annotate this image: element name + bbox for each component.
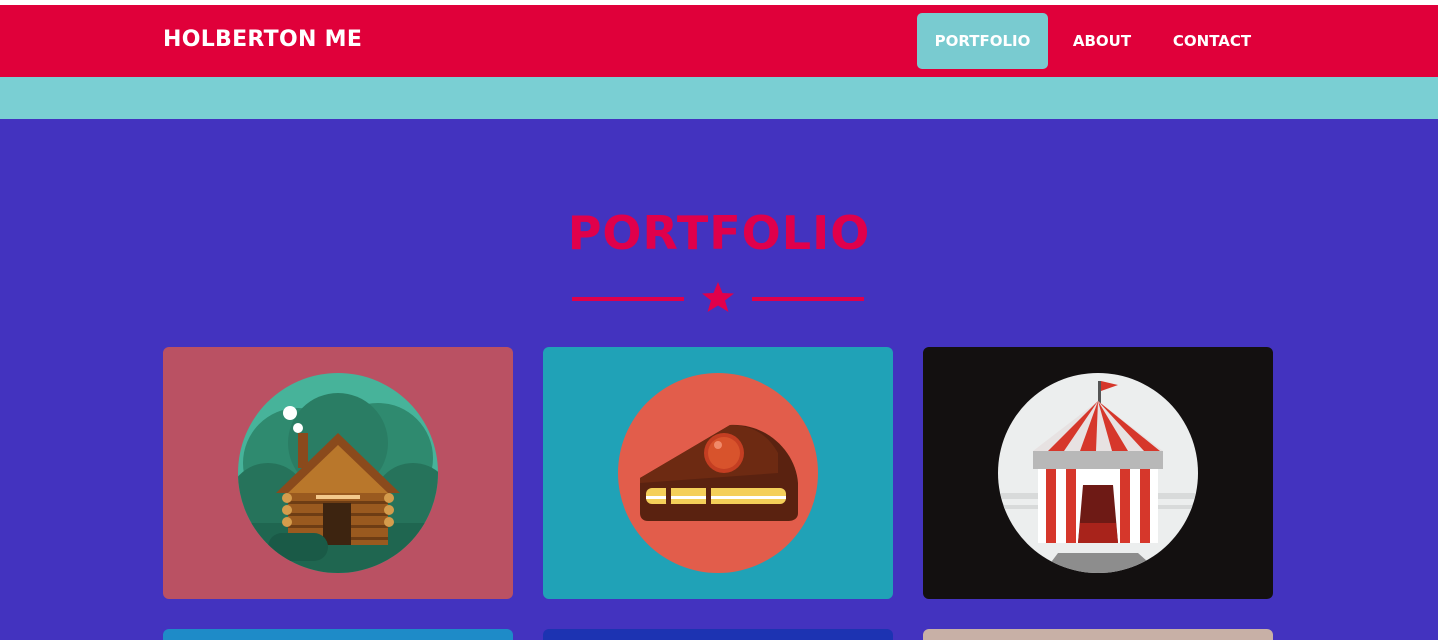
circus-tent-icon — [998, 373, 1198, 573]
star-icon — [702, 282, 734, 312]
divider-line-left — [572, 297, 684, 301]
masthead-band — [0, 77, 1438, 119]
star-divider — [572, 282, 864, 316]
section-title: PORTFOLIO — [567, 206, 871, 260]
cabin-icon — [238, 373, 438, 573]
nav-link-contact[interactable]: CONTACT — [1162, 13, 1262, 69]
cake-icon — [618, 373, 818, 573]
portfolio-item[interactable] — [543, 629, 893, 640]
nav-link-portfolio[interactable]: PORTFOLIO — [917, 13, 1048, 69]
navbar: HOLBERTON ME PORTFOLIO ABOUT CONTACT — [0, 5, 1438, 77]
nav-link-about[interactable]: ABOUT — [1062, 13, 1142, 69]
portfolio-item-circus[interactable] — [923, 347, 1273, 599]
portfolio-item[interactable] — [923, 629, 1273, 640]
portfolio-item[interactable] — [163, 629, 513, 640]
brand-logo[interactable]: HOLBERTON ME — [163, 27, 362, 52]
portfolio-item-cabin[interactable] — [163, 347, 513, 599]
divider-line-right — [752, 297, 864, 301]
portfolio-item-cake[interactable] — [543, 347, 893, 599]
